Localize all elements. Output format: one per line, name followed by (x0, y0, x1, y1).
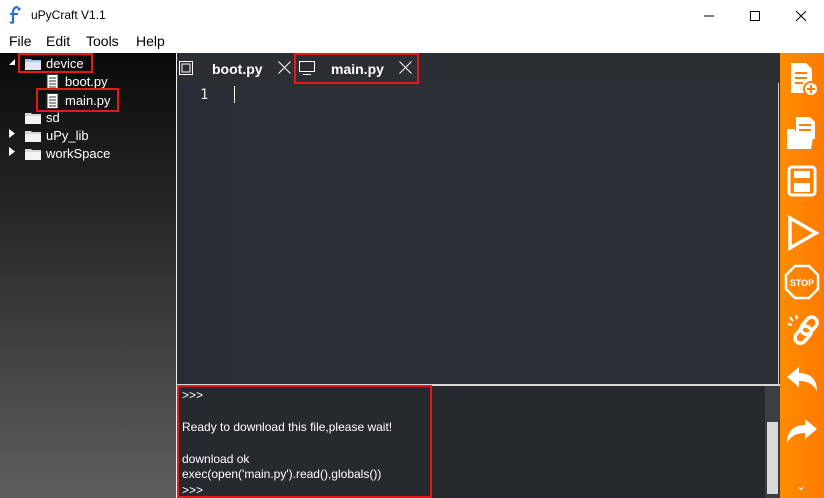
line-number: 1 (200, 87, 209, 103)
menu-help[interactable]: Help (136, 33, 165, 49)
open-folder-icon[interactable] (784, 113, 820, 153)
expanded-arrow-icon[interactable] (8, 58, 16, 66)
terminal-scrollbar[interactable] (765, 386, 780, 498)
tab-bar: boot.py main.py (177, 53, 780, 83)
stop-label: STOP (790, 278, 814, 288)
save-icon[interactable] (784, 161, 820, 201)
tree-item-main-py[interactable]: main.py (46, 92, 111, 109)
tree-item-boot-py[interactable]: boot.py (46, 73, 108, 90)
editor-area: boot.py main.py 1 >>> Ready to download … (177, 53, 780, 498)
undo-icon[interactable] (784, 361, 820, 401)
terminal-line: Ready to download this file,please wait! (182, 420, 393, 434)
tree-item-label: uPy_lib (46, 128, 89, 143)
line-number-gutter: 1 (177, 83, 232, 384)
upycraft-logo-icon (9, 6, 21, 24)
code-editor[interactable]: 1 (177, 83, 779, 384)
scrollbar-thumb[interactable] (767, 422, 778, 494)
tree-item-label: sd (46, 110, 60, 125)
tree-item-label: boot.py (65, 74, 108, 89)
folder-icon (25, 148, 41, 160)
menu-edit[interactable]: Edit (46, 33, 70, 49)
monitor-icon (299, 61, 315, 75)
tab-main-py[interactable]: main.py (295, 53, 419, 83)
file-icon (46, 73, 59, 90)
close-icon (795, 10, 807, 21)
menu-bar: File Edit Tools Help (0, 31, 824, 53)
stop-icon[interactable]: STOP (784, 262, 820, 302)
terminal-output[interactable]: >>> Ready to download this file,please w… (177, 386, 765, 498)
tab-label: main.py (331, 61, 384, 77)
connect-icon[interactable] (784, 311, 820, 351)
text-cursor (234, 86, 235, 103)
tab-close-icon[interactable] (278, 61, 291, 74)
tree-item-upy-lib[interactable]: uPy_lib (25, 127, 89, 144)
tab-boot-py[interactable]: boot.py (177, 53, 291, 83)
tree-item-label: workSpace (46, 146, 111, 161)
tree-item-device[interactable]: device (25, 55, 84, 72)
code-area[interactable] (232, 83, 778, 384)
chevron-down-icon[interactable]: ⌄ (796, 479, 806, 493)
terminal-line: >>> (182, 483, 204, 497)
window-title: uPyCraft V1.1 (31, 8, 106, 22)
file-icon (46, 92, 59, 109)
terminal-line: >>> (182, 388, 204, 402)
file-tree: device boot.py main.py sd uPy_lib workSp… (0, 53, 176, 498)
minimize-button[interactable] (686, 0, 732, 31)
terminal-line: exec(open('main.py').read(),globals()) (182, 467, 382, 481)
tab-label: boot.py (212, 61, 263, 77)
download-run-icon[interactable] (784, 213, 820, 253)
folder-icon (25, 112, 41, 124)
collapsed-arrow-icon[interactable] (9, 147, 15, 156)
folder-icon (25, 130, 41, 142)
tab-close-icon[interactable] (399, 61, 412, 74)
folder-open-icon (25, 58, 41, 70)
close-button[interactable] (778, 0, 824, 31)
maximize-icon (750, 10, 760, 21)
tree-item-sd[interactable]: sd (25, 109, 60, 126)
tree-item-label: main.py (65, 93, 111, 108)
title-bar: uPyCraft V1.1 (0, 0, 824, 31)
minimize-icon (704, 15, 714, 16)
collapsed-arrow-icon[interactable] (9, 129, 15, 138)
tree-item-label: device (46, 56, 84, 71)
terminal-line: download ok (182, 452, 250, 466)
maximize-button[interactable] (732, 0, 778, 31)
redo-icon[interactable] (784, 413, 820, 453)
right-toolbar: STOP ⌄ (780, 53, 824, 498)
tree-item-workspace[interactable]: workSpace (25, 145, 110, 162)
menu-file[interactable]: File (9, 33, 32, 49)
window-icon (179, 61, 193, 75)
new-file-icon[interactable] (784, 59, 820, 99)
menu-tools[interactable]: Tools (86, 33, 119, 49)
